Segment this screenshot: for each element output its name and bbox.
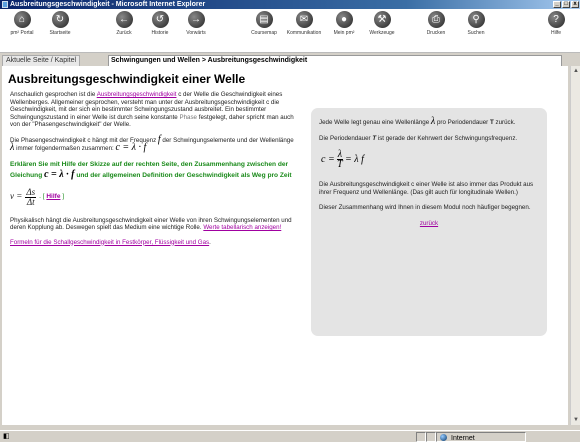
- tools-icon: ⚒: [373, 11, 391, 28]
- toolbar-forward-button[interactable]: → Vorwärts: [176, 11, 216, 36]
- back-link[interactable]: zurück: [420, 220, 438, 227]
- minimize-button[interactable]: _: [553, 1, 561, 8]
- coursemap-icon: ▤: [255, 11, 273, 28]
- communication-icon: ✉: [295, 11, 313, 28]
- explanation-panel: Jede Welle legt genau eine Wellenlänge λ…: [311, 108, 547, 336]
- title-bar: Ausbreitungsgeschwindigkeit - Microsoft …: [0, 0, 580, 9]
- page-content: Ausbreitungsgeschwindigkeit einer Welle …: [2, 66, 568, 425]
- help-link[interactable]: Hilfe: [46, 193, 60, 200]
- page-title: Ausbreitungsgeschwindigkeit einer Welle: [8, 72, 246, 86]
- scroll-down-icon[interactable]: ▼: [571, 415, 580, 425]
- toolbar-communication-button[interactable]: ✉ Kommunikation: [284, 11, 324, 36]
- vertical-scrollbar[interactable]: ▲ ▼: [570, 66, 580, 425]
- period-formula: c = λT = λ f: [321, 149, 364, 170]
- toolbar-tools-button[interactable]: ⚒ Werkzeuge: [362, 11, 402, 36]
- formulas-paragraph: Formeln für die Schallgeschwindigkeit in…: [10, 238, 211, 246]
- page-status-icon: ◧: [3, 433, 10, 440]
- search-icon: ⚲: [467, 11, 485, 28]
- toolbar-search-button[interactable]: ⚲ Suchen: [456, 11, 496, 36]
- window-title: Ausbreitungsgeschwindigkeit - Microsoft …: [10, 1, 206, 8]
- show-table-link[interactable]: Werte tabellarisch anzeigen!: [203, 224, 281, 231]
- velocity-formula: v = Δs Δt . [ Hilfe ]: [10, 186, 65, 207]
- main-text: Anschaulich gesprochen ist die Ausbreitu…: [10, 91, 298, 253]
- forward-icon: →: [187, 11, 205, 28]
- breadcrumb: Aktuelle Seite / Kapitel Schwingungen un…: [2, 55, 578, 67]
- status-bar: ◧ Internet: [0, 430, 580, 442]
- toolbar-back-button[interactable]: ← Zurück: [104, 11, 144, 36]
- toolbar-print-button[interactable]: ⎙ Drucken: [416, 11, 456, 36]
- medium-paragraph: Physikalisch hängt die Ausbreitungsgesch…: [10, 216, 292, 232]
- browser-window: Ausbreitungsgeschwindigkeit - Microsoft …: [0, 0, 580, 442]
- zone-label: Internet: [451, 435, 475, 442]
- ie-app-icon: [2, 1, 8, 8]
- toolbar-portal-button[interactable]: ⌂ pm² Portal: [2, 11, 42, 36]
- toolbar-start-button[interactable]: ↻ Startseite: [40, 11, 80, 36]
- intro-paragraph: Anschaulich gesprochen ist die Ausbreitu…: [10, 91, 294, 128]
- task-paragraph: Erklären Sie mit Hilfe der Skizze auf de…: [10, 160, 292, 180]
- scroll-up-icon[interactable]: ▲: [571, 66, 580, 76]
- history-icon: ↺: [151, 11, 169, 28]
- toolbar-coursemap-button[interactable]: ▤ Coursemap: [244, 11, 284, 36]
- maximize-button[interactable]: □: [562, 1, 570, 8]
- back-icon: ←: [115, 11, 133, 28]
- close-button[interactable]: x: [571, 1, 579, 8]
- speed-definition-link[interactable]: Ausbreitungsgeschwindigkeit: [97, 91, 177, 98]
- security-zone: Internet: [436, 432, 526, 442]
- help-icon: ?: [547, 11, 565, 28]
- my-pm-icon: ●: [335, 11, 353, 28]
- status-cell: [426, 432, 436, 442]
- home-icon: ⌂: [13, 11, 31, 28]
- relation-paragraph: Die Phasengeschwindigkeit c hängt mit de…: [10, 133, 294, 153]
- toolbar-history-button[interactable]: ↺ Historie: [140, 11, 180, 36]
- start-icon: ↻: [51, 11, 69, 28]
- toolbar-help-button[interactable]: ? Hilfe: [536, 11, 576, 36]
- course-toolbar: ⌂ pm² Portal ↻ Startseite ← Zurück ↺ Histori…: [0, 9, 580, 53]
- status-cell: [416, 432, 426, 442]
- phase-term: Phase: [179, 113, 197, 121]
- sound-speed-formulas-link[interactable]: Formeln für die Schallgeschwindigkeit in…: [10, 239, 209, 246]
- print-icon: ⎙: [427, 11, 445, 28]
- wave-formula: c = λ · f: [115, 142, 147, 153]
- globe-icon: [440, 434, 447, 441]
- window-controls: _ □ x: [553, 1, 579, 8]
- toolbar-my-pm-button[interactable]: ● Mein pm²: [324, 11, 364, 36]
